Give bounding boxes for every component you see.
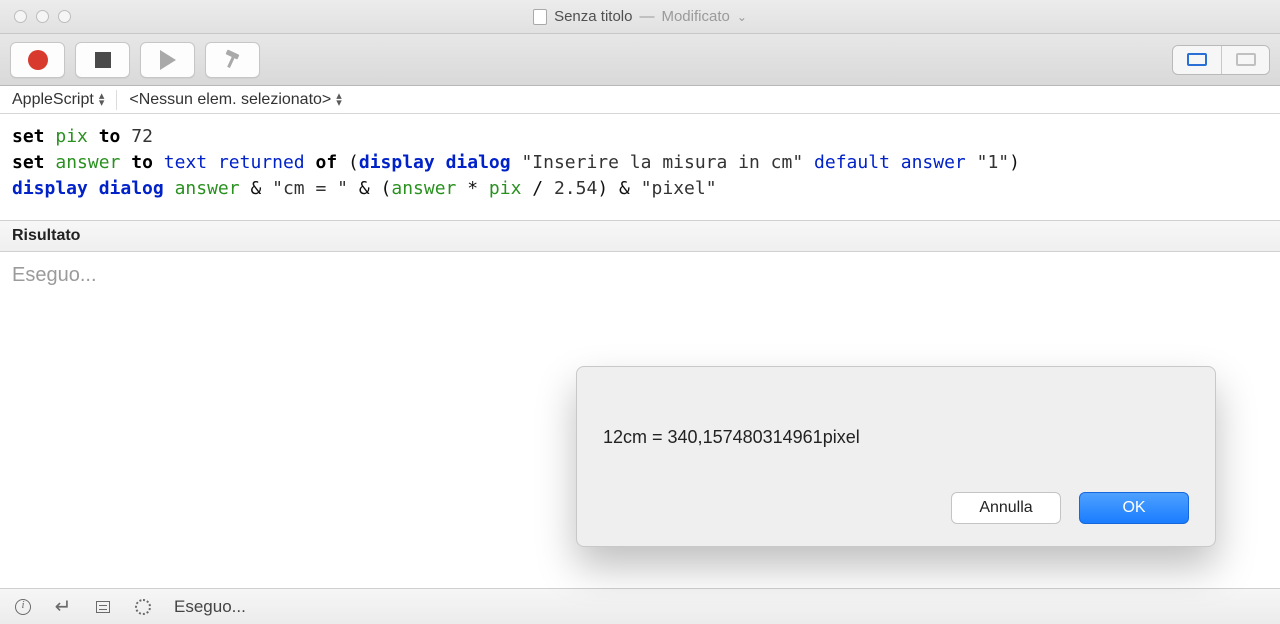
status-text: Eseguo... <box>174 597 246 617</box>
script-editor[interactable]: set pix to 72 set answer to text returne… <box>0 114 1280 220</box>
document-name: Senza titolo <box>554 8 632 25</box>
title-separator: — <box>639 8 654 25</box>
language-selector[interactable]: AppleScript ▴▾ <box>12 91 104 109</box>
view-rect-icon <box>1187 53 1207 66</box>
status-bar: ↵ Eseguo... <box>0 588 1280 624</box>
navigation-bar: AppleScript ▴▾ <Nessun elem. selezionato… <box>0 86 1280 114</box>
hammer-icon <box>224 51 242 69</box>
view-mode-segment <box>1172 45 1270 75</box>
stop-button[interactable] <box>75 42 130 78</box>
cancel-button[interactable]: Annulla <box>951 492 1061 524</box>
dialog-button-row: Annulla OK <box>603 492 1189 524</box>
events-button[interactable] <box>94 598 112 616</box>
return-button[interactable]: ↵ <box>54 598 72 616</box>
window-title: Senza titolo — Modificato ⌄ <box>0 8 1280 25</box>
toolbar <box>0 34 1280 86</box>
element-selector[interactable]: <Nessun elem. selezionato> ▴▾ <box>129 91 341 109</box>
spinner-icon <box>134 598 152 616</box>
document-icon <box>533 9 547 25</box>
run-button[interactable] <box>140 42 195 78</box>
results-header: Risultato <box>0 220 1280 252</box>
updown-icon: ▴▾ <box>99 93 105 107</box>
compile-button[interactable] <box>205 42 260 78</box>
view-mode-standard[interactable] <box>1173 46 1221 74</box>
view-rect-dim-icon <box>1236 53 1256 66</box>
info-button[interactable] <box>14 598 32 616</box>
chevron-down-icon[interactable]: ⌄ <box>737 10 747 24</box>
language-label: AppleScript <box>12 91 94 109</box>
ok-button[interactable]: OK <box>1079 492 1189 524</box>
running-status: Eseguo... <box>12 264 97 286</box>
cancel-label: Annulla <box>979 499 1032 517</box>
nav-divider <box>116 90 117 110</box>
updown-icon: ▴▾ <box>336 93 342 107</box>
view-mode-alternate[interactable] <box>1221 46 1269 74</box>
element-selector-label: <Nessun elem. selezionato> <box>129 91 331 109</box>
modified-label: Modificato <box>661 8 729 25</box>
info-icon <box>15 599 31 615</box>
record-button[interactable] <box>10 42 65 78</box>
dialog: 12cm = 340,157480314961pixel Annulla OK <box>576 366 1216 547</box>
list-icon <box>96 601 110 613</box>
window-titlebar: Senza titolo — Modificato ⌄ <box>0 0 1280 34</box>
play-icon <box>160 50 176 70</box>
stop-icon <box>95 52 111 68</box>
record-icon <box>28 50 48 70</box>
dialog-message: 12cm = 340,157480314961pixel <box>603 427 1189 448</box>
ok-label: OK <box>1122 499 1145 517</box>
